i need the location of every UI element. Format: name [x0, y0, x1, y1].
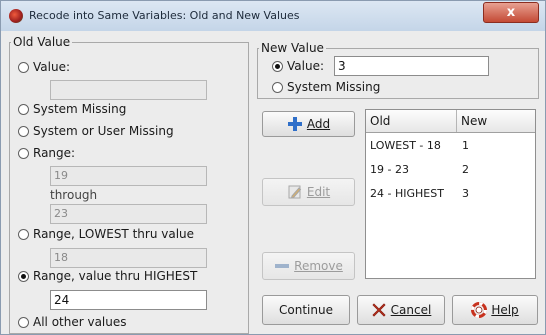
new-value-radio-label: Value:: [287, 59, 324, 73]
new-cell: 2: [462, 163, 469, 176]
new-value-group: New Value Value: 3 System Missing: [257, 41, 539, 99]
minus-icon: [275, 264, 290, 268]
cancel-x-icon: [372, 303, 386, 317]
radio-circle: [18, 147, 29, 159]
old-cell: LOWEST - 18: [370, 139, 441, 152]
pencil-icon: [288, 185, 302, 199]
remove-label: Remove: [294, 259, 343, 273]
new-value-group-title: New Value: [259, 41, 326, 55]
range-to-input[interactable]: 23: [50, 204, 207, 224]
old-value-radio-label: Value:: [33, 60, 70, 74]
all-other-values-radio[interactable]: All other values: [18, 315, 127, 329]
app-icon: [9, 9, 23, 23]
cancel-label: Cancel: [390, 303, 432, 317]
old-cell: 19 - 23: [370, 163, 409, 176]
new-value-input[interactable]: 3: [334, 56, 489, 76]
radio-circle: [272, 81, 283, 93]
radio-circle-selected: [272, 60, 283, 72]
remove-button[interactable]: Remove: [262, 252, 355, 280]
dialog-window: Recode into Same Variables: Old and New …: [0, 0, 546, 335]
thru-highest-input[interactable]: 24: [50, 290, 207, 310]
range-label: Range:: [33, 146, 76, 160]
system-missing-radio[interactable]: System Missing: [18, 102, 126, 116]
edit-button[interactable]: Edit: [262, 178, 355, 206]
list-item[interactable]: 24 - HIGHEST 3: [366, 183, 535, 205]
radio-circle: [18, 125, 29, 137]
cancel-button[interactable]: Cancel: [357, 295, 445, 325]
lowest-thru-input[interactable]: 18: [50, 248, 207, 268]
old-value-group-title: Old Value: [11, 35, 73, 49]
window-title: Recode into Same Variables: Old and New …: [29, 9, 300, 22]
help-button[interactable]: Help: [452, 295, 538, 325]
edit-label: Edit: [306, 185, 331, 199]
new-cell: 1: [462, 139, 469, 152]
old-column-header[interactable]: Old: [366, 110, 457, 132]
range-thru-highest-radio[interactable]: Range, value thru HIGHEST: [18, 269, 197, 283]
system-or-user-missing-label: System or User Missing: [33, 124, 174, 138]
new-value-radio[interactable]: Value:: [272, 59, 324, 73]
radio-circle: [18, 316, 29, 328]
new-column-header[interactable]: New: [457, 110, 535, 132]
continue-button[interactable]: Continue: [262, 295, 350, 325]
old-value-group: Old Value Value: System Missing System o…: [9, 35, 249, 334]
range-thru-highest-label: Range, value thru HIGHEST: [33, 269, 198, 283]
radio-circle: [18, 103, 29, 115]
plus-icon: [287, 117, 302, 131]
old-new-list[interactable]: Old New LOWEST - 18 1 19 - 23 2 24 - HIG…: [365, 109, 536, 279]
system-or-user-missing-radio[interactable]: System or User Missing: [18, 124, 174, 138]
new-system-missing-label: System Missing: [287, 80, 381, 94]
range-lowest-thru-radio[interactable]: Range, LOWEST thru value: [18, 227, 194, 241]
through-label: through: [50, 188, 98, 202]
list-item[interactable]: LOWEST - 18 1: [366, 135, 535, 157]
close-button[interactable]: x: [483, 2, 539, 23]
title-bar[interactable]: Recode into Same Variables: Old and New …: [1, 1, 545, 31]
radio-circle: [18, 61, 29, 73]
add-button[interactable]: Add: [262, 111, 355, 137]
list-item[interactable]: 19 - 23 2: [366, 159, 535, 181]
help-lifebuoy-icon: [471, 302, 488, 318]
new-cell: 3: [462, 187, 469, 200]
close-icon: x: [506, 5, 516, 20]
system-missing-label: System Missing: [33, 102, 127, 116]
range-lowest-thru-label: Range, LOWEST thru value: [33, 227, 195, 241]
old-value-input[interactable]: [50, 80, 207, 100]
range-from-input[interactable]: 19: [50, 166, 207, 186]
old-cell: 24 - HIGHEST: [370, 187, 444, 200]
list-header: Old New: [366, 110, 535, 133]
add-label: Add: [306, 117, 331, 131]
continue-label: Continue: [279, 303, 333, 317]
radio-circle: [18, 228, 29, 240]
range-radio[interactable]: Range:: [18, 146, 75, 160]
radio-circle-selected: [18, 270, 29, 282]
old-value-radio[interactable]: Value:: [18, 60, 70, 74]
help-label: Help: [491, 303, 519, 317]
new-system-missing-radio[interactable]: System Missing: [272, 80, 380, 94]
all-other-values-label: All other values: [33, 315, 127, 329]
